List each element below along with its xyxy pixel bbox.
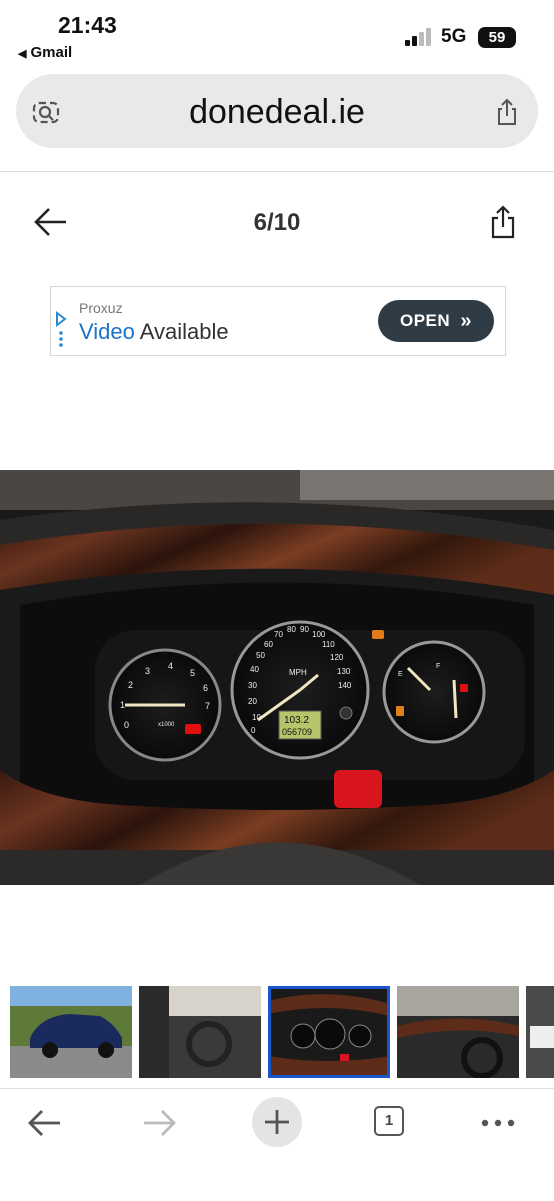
ad-choices-icon[interactable]: [54, 309, 68, 349]
network-type: 5G: [441, 26, 467, 47]
speedo-tick: 20: [248, 697, 257, 706]
back-to-app-link[interactable]: ◀ Gmail: [18, 44, 72, 61]
browser-toolbar: 1: [0, 1088, 554, 1201]
ad-headline: Video Available: [79, 319, 229, 345]
thumbnail[interactable]: [397, 986, 519, 1078]
thumbnail-dashboard: [268, 986, 390, 1078]
gallery-share-icon[interactable]: [490, 205, 516, 239]
url-text[interactable]: donedeal.ie: [16, 93, 538, 132]
speedo-tick: 40: [250, 665, 259, 674]
speedo-tick: 90: [300, 625, 309, 634]
speedo-tick: 140: [338, 681, 352, 690]
ad-brand: Proxuz: [79, 300, 123, 316]
speedo-tick: 110: [322, 640, 335, 649]
tab-count: 1: [374, 1106, 404, 1136]
divider: [0, 171, 554, 172]
tachometer-gauge: [108, 648, 222, 762]
tach-tick: 6: [203, 683, 208, 693]
speedo-tick: 50: [256, 651, 265, 660]
hazard-button: [334, 770, 382, 808]
ad-headline-highlight: Video: [79, 319, 135, 344]
thumbnail-partial: [526, 986, 554, 1078]
address-bar[interactable]: donedeal.ie: [16, 74, 538, 148]
ad-banner[interactable]: Proxuz Video Available OPEN »: [50, 286, 506, 356]
odometer-total: 056709: [282, 727, 312, 737]
speedo-tick: 80: [287, 625, 296, 634]
back-triangle-icon: ◀: [18, 48, 27, 60]
battery-icon: 59: [478, 27, 516, 48]
thumbnail[interactable]: [10, 986, 132, 1078]
status-bar: 21:43 ◀ Gmail 5G 59: [0, 0, 554, 66]
tach-tick: 4: [168, 661, 173, 671]
back-arrow-icon[interactable]: [26, 1103, 62, 1143]
tabs-button[interactable]: 1: [374, 1103, 410, 1143]
speedometer-gauge: [230, 620, 370, 760]
status-time: 21:43: [58, 12, 117, 38]
tach-tick: 0: [124, 720, 129, 730]
speedo-tick: 100: [312, 630, 326, 639]
speedo-tick: 70: [274, 630, 283, 639]
double-chevron-right-icon: »: [460, 310, 472, 332]
ad-headline-rest: Available: [134, 319, 229, 344]
fuel-empty-label: E: [398, 671, 403, 678]
plus-icon: [265, 1110, 289, 1134]
tach-tick: 1: [120, 700, 125, 710]
tach-unit: x1000: [158, 722, 175, 728]
thumbnail-strip[interactable]: [10, 986, 554, 1080]
thumbnail-dashboard-wide: [397, 986, 519, 1078]
fuel-full-label: F: [436, 663, 440, 670]
tach-tick: 5: [190, 668, 195, 678]
thumbnail[interactable]: [526, 986, 554, 1078]
thumbnail-selected[interactable]: [268, 986, 390, 1078]
thumbnail-car-exterior: [10, 986, 132, 1078]
more-icon[interactable]: [480, 1103, 516, 1143]
engine-warning-light: [372, 630, 384, 639]
ad-open-label: OPEN: [400, 311, 451, 330]
back-app-label: Gmail: [30, 44, 73, 61]
speedo-tick: 30: [248, 681, 257, 690]
fuel-temp-gauge: [382, 640, 486, 744]
share-icon[interactable]: [494, 98, 520, 126]
tach-tick: 2: [128, 680, 133, 690]
speedo-tick: 0: [251, 726, 256, 735]
thumbnail[interactable]: [139, 986, 261, 1078]
speedo-tick: 130: [337, 667, 351, 676]
speedo-unit: MPH: [289, 668, 307, 677]
ad-open-button[interactable]: OPEN »: [378, 300, 494, 342]
speedo-tick: 60: [264, 640, 273, 649]
gallery-main-photo[interactable]: 0 1 2 3 4 5 6 7 x1000 0 10 20 30 40 50 6…: [0, 470, 554, 885]
tach-tick: 7: [205, 701, 210, 711]
thumbnail-interior: [139, 986, 261, 1078]
tach-tick: 3: [145, 666, 150, 676]
speedo-tick: 10: [252, 713, 261, 722]
dashboard-photo: 0 1 2 3 4 5 6 7 x1000 0 10 20 30 40 50 6…: [0, 470, 554, 885]
signal-icon: [405, 28, 433, 46]
odometer-trip: 103.2: [284, 715, 309, 726]
image-counter: 6/10: [253, 209, 301, 236]
speedo-tick: 120: [330, 653, 344, 662]
forward-arrow-icon[interactable]: [142, 1103, 178, 1143]
new-tab-button[interactable]: [252, 1097, 302, 1147]
